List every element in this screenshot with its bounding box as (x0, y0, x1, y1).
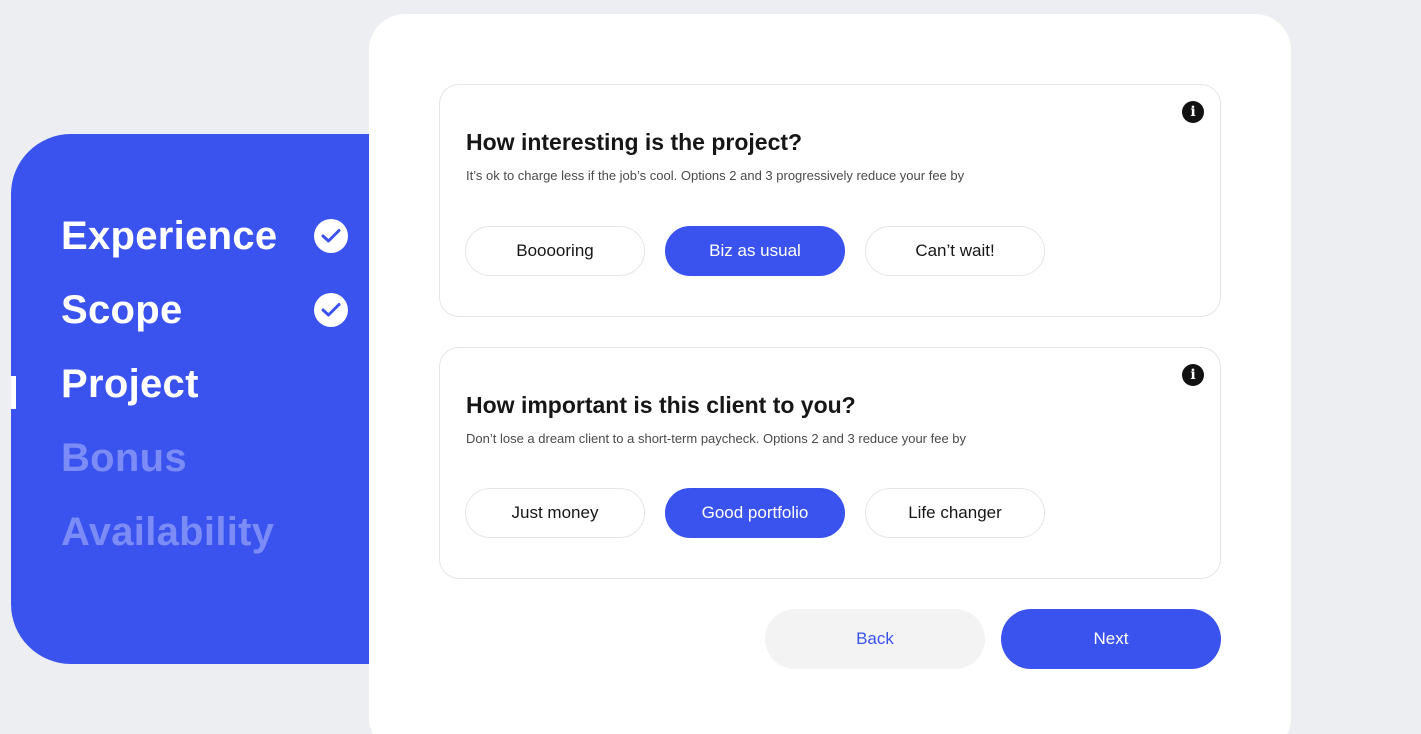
question-subtitle: It’s ok to charge less if the job’s cool… (466, 168, 965, 183)
check-circle-icon (314, 219, 348, 253)
page: Experience Scope Project Bonus Availabil… (0, 0, 1421, 734)
question-title: How interesting is the project? (466, 129, 803, 155)
step-scope[interactable]: Scope (61, 286, 183, 334)
step-project[interactable]: Project (61, 360, 199, 408)
current-step-indicator (11, 376, 16, 409)
step-availability: Availability (61, 510, 275, 554)
step-experience[interactable]: Experience (61, 212, 277, 260)
back-button[interactable]: Back (765, 609, 985, 669)
step-sidebar: Experience Scope Project Bonus Availabil… (11, 134, 391, 664)
option-button-selected[interactable]: Good portfolio (665, 488, 845, 538)
check-circle-icon (314, 293, 348, 327)
questions-card: i How interesting is the project? It’s o… (369, 14, 1291, 734)
info-icon[interactable]: i (1182, 101, 1204, 123)
info-icon[interactable]: i (1182, 364, 1204, 386)
step-bonus: Bonus (61, 436, 187, 480)
option-button-selected[interactable]: Biz as usual (665, 226, 845, 276)
option-button[interactable]: Booooring (465, 226, 645, 276)
question-client-importance: i How important is this client to you? D… (439, 347, 1221, 579)
question-title: How important is this client to you? (466, 392, 856, 418)
option-button[interactable]: Can’t wait! (865, 226, 1045, 276)
next-button[interactable]: Next (1001, 609, 1221, 669)
option-button[interactable]: Life changer (865, 488, 1045, 538)
question-project-interest: i How interesting is the project? It’s o… (439, 84, 1221, 317)
option-button[interactable]: Just money (465, 488, 645, 538)
question-subtitle: Don’t lose a dream client to a short-ter… (466, 431, 967, 446)
